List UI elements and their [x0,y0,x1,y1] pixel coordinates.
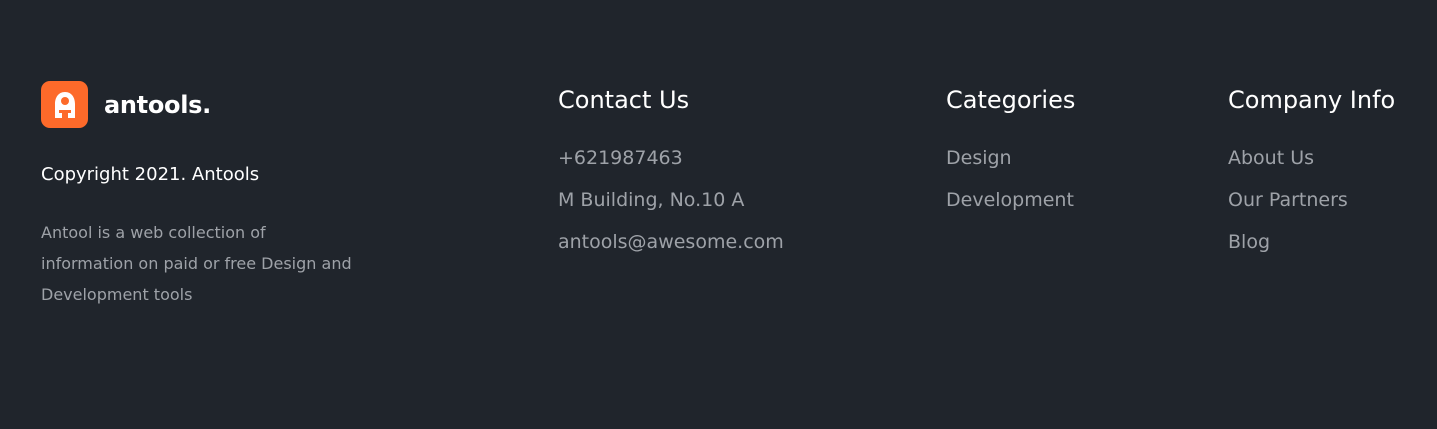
company-info-column: Company Info About Us Our Partners Blog [1228,84,1395,272]
company-info-list: About Us Our Partners Blog [1228,146,1395,254]
site-description: Antool is a web collection of informatio… [41,223,352,304]
contact-address: M Building, No.10 A [558,189,745,211]
antools-logo-icon [41,81,88,128]
contact-email[interactable]: antools@awesome.com [558,230,784,254]
contact-column: Contact Us +621987463 M Building, No.10 … [558,84,784,272]
categories-column: Categories Design Development [946,84,1075,230]
company-link-our-partners[interactable]: Our Partners [1228,188,1395,212]
contact-phone[interactable]: +621987463 [558,146,784,170]
site-footer: antools. Copyright 2021. Antools Antool … [0,0,1437,429]
category-link-development[interactable]: Development [946,188,1075,212]
logo[interactable]: antools. [41,81,361,128]
categories-heading: Categories [946,86,1076,114]
company-link-about-us[interactable]: About Us [1228,146,1395,170]
company-info-heading: Company Info [1228,86,1396,114]
categories-list: Design Development [946,146,1075,212]
brand-section: antools. Copyright 2021. Antools Antool … [41,81,361,304]
contact-list: +621987463 M Building, No.10 A antools@a… [558,146,784,254]
category-link-design[interactable]: Design [946,146,1075,170]
logo-text: antools. [104,90,211,119]
company-link-blog[interactable]: Blog [1228,230,1395,254]
copyright-text: Copyright 2021. Antools [41,164,260,185]
contact-heading: Contact Us [558,86,690,114]
